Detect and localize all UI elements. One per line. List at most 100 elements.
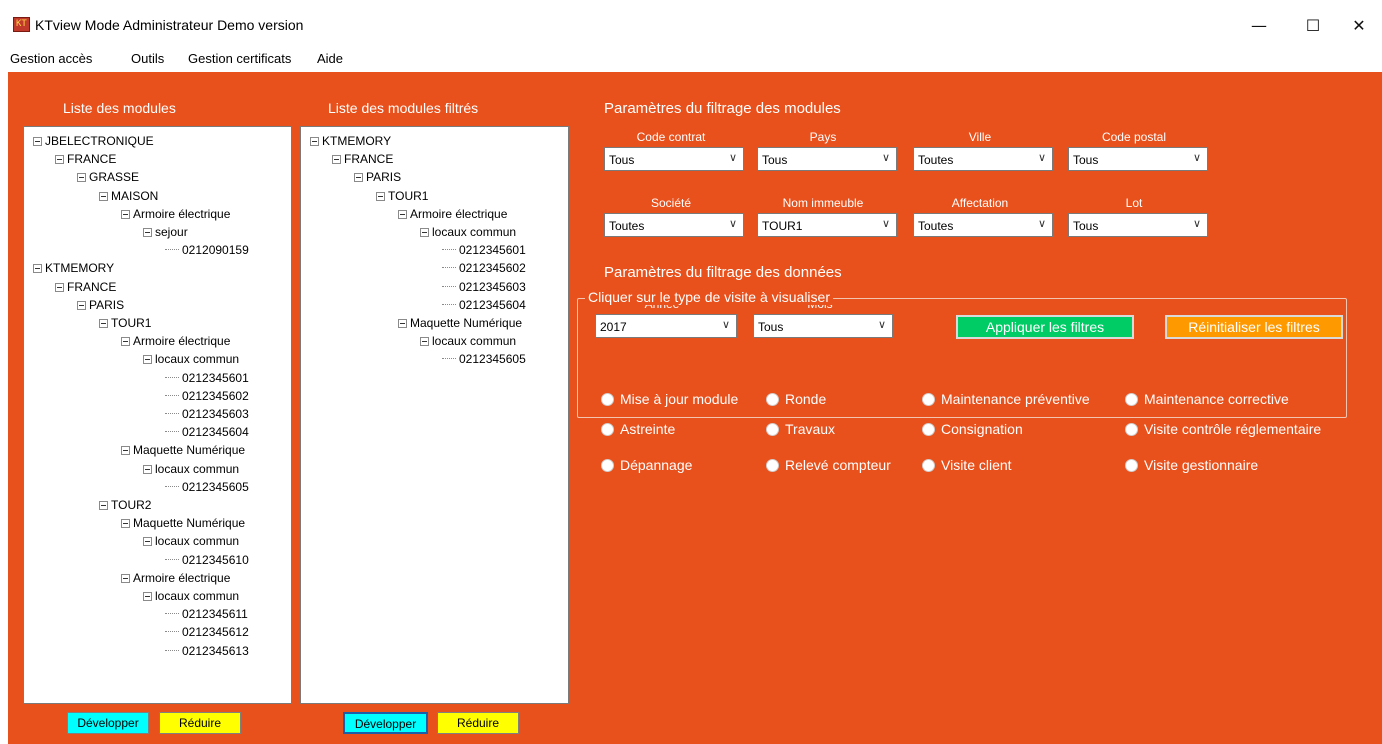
tree-node[interactable]: locaux commun	[143, 462, 239, 476]
tree-node[interactable]: 0212345613	[165, 644, 249, 658]
collapse-toggle-icon[interactable]	[99, 191, 108, 201]
tree-node[interactable]: 0212345604	[442, 298, 526, 312]
modules-tree[interactable]: JBELECTRONIQUE FRANCE GRASSE MAISON Armoire …	[23, 126, 292, 704]
tree-node[interactable]: Maquette Numérique	[121, 516, 245, 530]
collapse-toggle-icon[interactable]	[99, 501, 108, 510]
radio-visite-controle-reglementaire[interactable]: Visite contrôle réglementaire	[1125, 421, 1321, 437]
collapse-toggle-icon[interactable]	[55, 155, 64, 165]
tree-node[interactable]: Armoire électrique	[121, 207, 230, 221]
collapse-toggle-icon[interactable]	[310, 137, 319, 146]
collapse-toggle-icon[interactable]	[121, 519, 130, 529]
tree-node[interactable]: 0212345605	[165, 480, 249, 494]
collapse-toggle-icon[interactable]	[420, 337, 429, 347]
tree-node[interactable]: Armoire électrique	[121, 334, 230, 348]
tree-node[interactable]: FRANCE	[55, 280, 116, 294]
tree-node[interactable]: sejour	[143, 225, 188, 239]
minimize-button[interactable]: —	[1236, 8, 1282, 44]
collapse-toggle-icon[interactable]	[55, 282, 64, 292]
radio-astreinte[interactable]: Astreinte	[601, 421, 675, 437]
collapse-toggle-icon[interactable]	[398, 319, 407, 328]
tree-node[interactable]: 0212345602	[165, 389, 249, 403]
tree-node[interactable]: locaux commun	[420, 225, 516, 239]
radio-visite-gestionnaire[interactable]: Visite gestionnaire	[1125, 457, 1258, 473]
collapse-toggle-icon[interactable]	[77, 300, 86, 310]
societe-select[interactable]: Toutes ∨	[604, 213, 744, 237]
maximize-button[interactable]: ☐	[1290, 8, 1336, 44]
radio-travaux[interactable]: Travaux	[766, 421, 835, 437]
tree-node[interactable]: KTMEMORY	[33, 261, 114, 275]
tree-node[interactable]: 0212090159	[165, 243, 249, 257]
collapse-toggle-icon[interactable]	[121, 209, 130, 219]
menu-gestion-acces[interactable]: Gestion accès	[10, 51, 92, 66]
collapse-toggle-icon[interactable]	[143, 228, 152, 237]
close-button[interactable]: ✕	[1336, 8, 1382, 44]
tree-node[interactable]: 0212345610	[165, 553, 249, 567]
collapse-toggle-icon[interactable]	[121, 446, 130, 456]
ville-select[interactable]: Toutes ∨	[913, 147, 1053, 171]
tree-node[interactable]: TOUR1	[376, 189, 428, 203]
code-postal-select[interactable]: Tous ∨	[1068, 147, 1208, 171]
filtered-collapse-all-button[interactable]: Réduire	[437, 712, 519, 734]
collapse-toggle-icon[interactable]	[420, 228, 429, 237]
tree-node[interactable]: locaux commun	[143, 352, 239, 366]
radio-depannage[interactable]: Dépannage	[601, 457, 692, 473]
tree-node[interactable]: Maquette Numérique	[121, 443, 245, 457]
tree-node[interactable]: FRANCE	[332, 152, 393, 166]
menu-gestion-certificats[interactable]: Gestion certificats	[188, 51, 291, 66]
tree-node[interactable]: 0212345611	[165, 607, 248, 621]
radio-visite-client[interactable]: Visite client	[922, 457, 1012, 473]
tree-node[interactable]: locaux commun	[420, 334, 516, 348]
collapse-toggle-icon[interactable]	[121, 573, 130, 583]
radio-releve-compteur[interactable]: Relevé compteur	[766, 457, 891, 473]
filtered-modules-tree[interactable]: KTMEMORY FRANCE PARIS TOUR1 Armoire électriq…	[300, 126, 569, 704]
tree-node[interactable]: Armoire électrique	[121, 571, 230, 585]
tree-node[interactable]: Maquette Numérique	[398, 316, 522, 330]
collapse-toggle-icon[interactable]	[398, 209, 407, 219]
tree-node[interactable]: 0212345601	[165, 371, 249, 385]
lot-select[interactable]: Tous ∨	[1068, 213, 1208, 237]
radio-consignation[interactable]: Consignation	[922, 421, 1023, 437]
collapse-toggle-icon[interactable]	[77, 173, 86, 183]
collapse-toggle-icon[interactable]	[143, 592, 152, 601]
code-contrat-select[interactable]: Tous ∨	[604, 147, 744, 171]
tree-node[interactable]: locaux commun	[143, 534, 239, 548]
nom-immeuble-select[interactable]: TOUR1 ∨	[757, 213, 897, 237]
collapse-toggle-icon[interactable]	[143, 537, 152, 547]
radio-maintenance-corrective[interactable]: Maintenance corrective	[1125, 391, 1289, 407]
radio-mise-a-jour-module[interactable]: Mise à jour module	[601, 391, 738, 407]
tree-node[interactable]: 0212345601	[442, 243, 526, 257]
tree-node[interactable]: PARIS	[77, 298, 124, 312]
collapse-toggle-icon[interactable]	[376, 191, 385, 201]
collapse-toggle-icon[interactable]	[143, 464, 152, 474]
tree-node[interactable]: TOUR2	[99, 498, 151, 512]
tree-node[interactable]: Armoire électrique	[398, 207, 507, 221]
tree-node[interactable]: 0212345602	[442, 261, 526, 275]
collapse-toggle-icon[interactable]	[33, 137, 42, 146]
pays-select[interactable]: Tous ∨	[757, 147, 897, 171]
collapse-toggle-icon[interactable]	[332, 155, 341, 165]
collapse-toggle-icon[interactable]	[33, 264, 42, 274]
tree-node[interactable]: 0212345604	[165, 425, 249, 439]
tree-node[interactable]: locaux commun	[143, 589, 239, 603]
filtered-expand-all-button[interactable]: Développer	[343, 712, 428, 734]
affectation-select[interactable]: Toutes ∨	[913, 213, 1053, 237]
tree-node[interactable]: 0212345603	[165, 407, 249, 421]
tree-node[interactable]: 0212345612	[165, 625, 249, 639]
tree-node[interactable]: GRASSE	[77, 170, 139, 184]
tree-node[interactable]: 0212345605	[442, 352, 526, 366]
tree-node[interactable]: KTMEMORY	[310, 134, 391, 148]
collapse-toggle-icon[interactable]	[121, 337, 130, 347]
menu-outils[interactable]: Outils	[131, 51, 164, 66]
menu-aide[interactable]: Aide	[317, 51, 343, 66]
radio-ronde[interactable]: Ronde	[766, 391, 826, 407]
radio-maintenance-preventive[interactable]: Maintenance préventive	[922, 391, 1090, 407]
tree-node[interactable]: TOUR1	[99, 316, 151, 330]
collapse-toggle-icon[interactable]	[99, 319, 108, 328]
tree-node[interactable]: MAISON	[99, 189, 158, 203]
collapse-all-button[interactable]: Réduire	[159, 712, 241, 734]
tree-node[interactable]: FRANCE	[55, 152, 116, 166]
collapse-toggle-icon[interactable]	[143, 355, 152, 365]
tree-node[interactable]: JBELECTRONIQUE	[33, 134, 154, 148]
tree-node[interactable]: PARIS	[354, 170, 401, 184]
collapse-toggle-icon[interactable]	[354, 173, 363, 183]
